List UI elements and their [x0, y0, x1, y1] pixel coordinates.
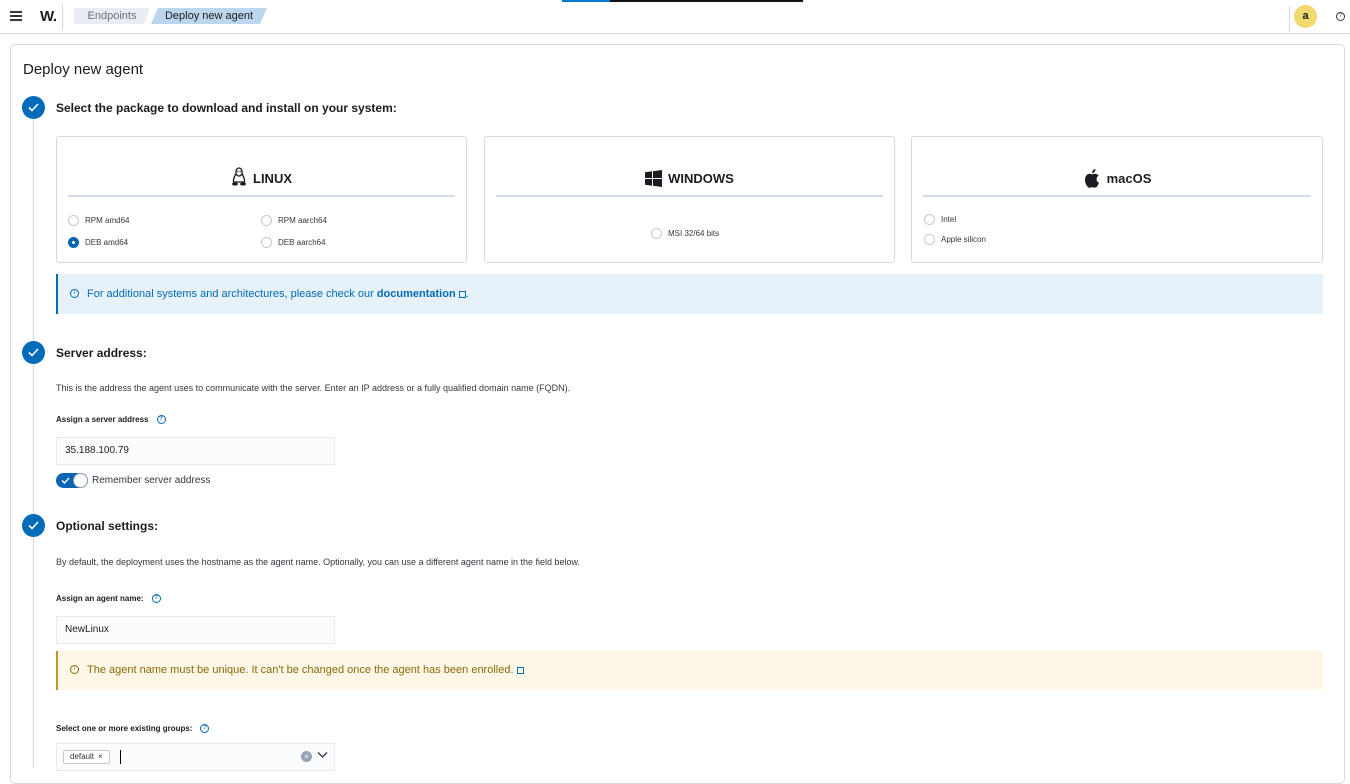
windows-title: WINDOWS	[668, 171, 734, 186]
radio-rpm-aarch64[interactable]: RPM aarch64	[261, 215, 327, 226]
server-address-input[interactable]: 35.188.100.79	[56, 437, 335, 465]
external-link-icon	[458, 290, 466, 298]
info-icon: i	[70, 289, 79, 298]
server-address-label: Assign a server address	[56, 415, 149, 424]
warning-icon: i	[70, 665, 79, 674]
macos-package-card: macOS Intel Apple silicon	[911, 136, 1323, 263]
menu-icon[interactable]	[10, 11, 22, 21]
clear-icon[interactable]: ×	[301, 751, 312, 762]
linux-title: LINUX	[253, 171, 292, 186]
radio-rpm-amd64[interactable]: RPM amd64	[68, 215, 129, 226]
radio-msi-32-64[interactable]: MSI 32/64 bits	[651, 228, 719, 239]
optional-description: By default, the deployment uses the host…	[56, 557, 581, 567]
top-header: W. Endpoints Deploy new agent a ?	[0, 0, 1350, 34]
breadcrumb-deploy-new-agent: Deploy new agent	[151, 8, 267, 24]
macos-title: macOS	[1106, 171, 1152, 186]
help-tooltip-icon[interactable]: ?	[151, 594, 161, 603]
step-title-package: Select the package to download and insta…	[56, 101, 397, 115]
radio-apple-silicon[interactable]: Apple silicon	[924, 234, 986, 245]
step-complete-icon	[22, 96, 45, 119]
server-description: This is the address the agent uses to co…	[56, 383, 571, 393]
step-complete-icon	[22, 341, 45, 364]
info-callout: i For additional systems and architectur…	[56, 274, 1323, 314]
page-title: Deploy new agent	[23, 61, 144, 78]
agent-name-input[interactable]: NewLinux	[56, 616, 335, 644]
windows-icon	[645, 170, 663, 187]
warning-callout: i The agent name must be unique. It can'…	[56, 651, 1323, 690]
groups-combobox[interactable]: default × ×	[56, 743, 335, 771]
help-tooltip-icon[interactable]: ?	[200, 724, 210, 733]
step-title-server: Server address:	[56, 346, 147, 360]
radio-deb-amd64[interactable]: DEB amd64	[68, 237, 128, 248]
radio-deb-aarch64[interactable]: DEB aarch64	[261, 237, 326, 248]
step-title-optional: Optional settings:	[56, 519, 158, 533]
help-icon[interactable]: ?	[1336, 12, 1345, 21]
remember-server-label: Remember server address	[92, 475, 211, 486]
user-avatar[interactable]: a	[1294, 5, 1317, 28]
external-link-icon[interactable]	[516, 666, 524, 674]
radio-intel[interactable]: Intel	[924, 214, 956, 225]
groups-label: Select one or more existing groups:	[56, 724, 193, 733]
step-complete-icon	[22, 514, 45, 537]
linux-package-card: LINUX RPM amd64 RPM aarch64 DEB amd64 DE…	[56, 136, 467, 263]
app-logo[interactable]: W.	[40, 8, 57, 25]
documentation-link[interactable]: documentation	[377, 288, 456, 300]
group-chip-default: default ×	[63, 750, 110, 764]
help-tooltip-icon[interactable]: ?	[156, 415, 166, 424]
apple-icon	[1084, 169, 1099, 188]
linux-icon	[232, 167, 246, 186]
remember-server-toggle[interactable]	[56, 473, 88, 488]
chevron-down-icon[interactable]	[317, 751, 328, 759]
agent-name-label: Assign an agent name:	[56, 594, 144, 603]
windows-package-card: WINDOWS MSI 32/64 bits	[484, 136, 895, 263]
remove-chip-icon[interactable]: ×	[98, 751, 103, 763]
breadcrumb-endpoints[interactable]: Endpoints	[74, 8, 150, 24]
loading-bar	[562, 0, 803, 2]
